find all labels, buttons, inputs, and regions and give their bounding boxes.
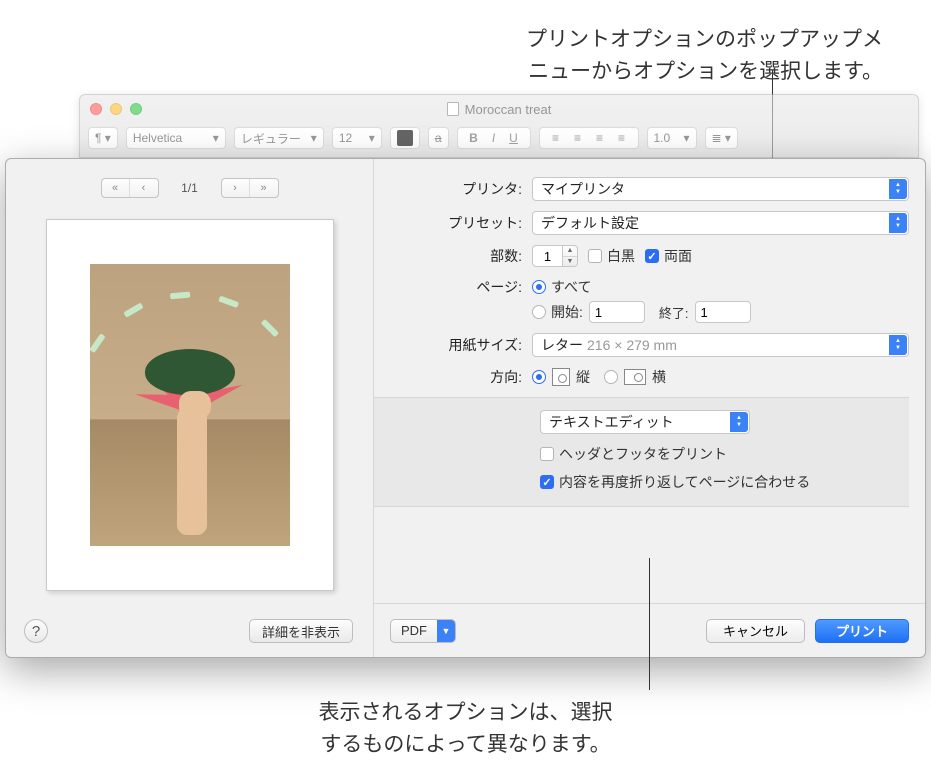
callout-bottom: 表示されるオプションは、選択 するものによって異なります。 — [0, 697, 931, 760]
pages-all-radio[interactable]: すべて — [532, 277, 591, 297]
paper-size-label: 用紙サイズ: — [374, 335, 532, 355]
cancel-button[interactable]: キャンセル — [706, 619, 805, 643]
paper-size-select[interactable]: レター 216 × 279 mm — [532, 333, 909, 357]
presets-label: プリセット: — [374, 213, 532, 233]
page-preview — [46, 219, 334, 591]
zoom-window-icon[interactable] — [130, 103, 142, 115]
document-icon — [447, 102, 459, 116]
portrait-icon — [552, 368, 570, 386]
prev-page-icon[interactable]: ‹ — [130, 178, 158, 198]
print-sheet: « ‹ 1/1 › » — [5, 158, 926, 658]
pdf-menu-button[interactable]: PDF ▼ — [390, 619, 456, 643]
chevron-updown-icon — [889, 213, 907, 233]
minimize-window-icon[interactable] — [110, 103, 122, 115]
landscape-icon — [624, 369, 646, 385]
orientation-landscape-radio[interactable]: 横 — [604, 367, 666, 387]
help-button[interactable]: ? — [24, 619, 48, 643]
format-toolbar: ¶ ▾ Helvetica ▾ レギュラー ▾ 12 ▾ a BIU ≡≡≡≡ … — [80, 123, 918, 153]
prev-page-group[interactable]: « ‹ — [101, 178, 159, 198]
duplex-checkbox[interactable]: 両面 — [645, 246, 692, 266]
preview-nav: « ‹ 1/1 › » — [6, 173, 373, 203]
header-footer-checkbox[interactable]: ヘッダとフッタをプリント — [540, 444, 727, 464]
next-page-group[interactable]: › » — [221, 178, 279, 198]
printer-select[interactable]: マイプリンタ — [532, 177, 909, 201]
pages-to-input[interactable] — [695, 301, 751, 323]
page-indicator: 1/1 — [173, 181, 207, 195]
printer-label: プリンタ: — [374, 179, 532, 199]
next-page-icon[interactable]: › — [222, 178, 250, 198]
stepper-down-icon[interactable]: ▼ — [563, 257, 577, 267]
app-window: Moroccan treat ¶ ▾ Helvetica ▾ レギュラー ▾ 1… — [79, 94, 919, 158]
pages-range-radio[interactable]: 開始: — [532, 302, 583, 322]
callout-top: プリントオプションのポップアップメ ニューからオプションを選択します。 — [0, 24, 883, 87]
first-page-icon[interactable]: « — [102, 178, 130, 198]
app-options-panel: テキストエディット ヘッダとフッタをプリント 内容を再度折り返してページに合わせ… — [374, 397, 909, 507]
copies-stepper[interactable]: ▲▼ — [532, 245, 578, 267]
pages-to-label: 終了: — [659, 303, 689, 322]
copies-input[interactable] — [532, 245, 562, 267]
bw-checkbox[interactable]: 白黒 — [588, 246, 635, 266]
pages-label: ページ: — [374, 277, 532, 297]
hide-details-button[interactable]: 詳細を非表示 — [249, 619, 353, 643]
preview-image — [90, 264, 290, 546]
close-window-icon[interactable] — [90, 103, 102, 115]
presets-select[interactable]: デフォルト設定 — [532, 211, 909, 235]
chevron-updown-icon — [889, 335, 907, 355]
pages-from-input[interactable] — [589, 301, 645, 323]
chevron-down-icon: ▼ — [437, 620, 455, 642]
chevron-updown-icon — [889, 179, 907, 199]
window-title: Moroccan treat — [80, 102, 918, 117]
copies-label: 部数: — [374, 246, 532, 266]
print-button[interactable]: プリント — [815, 619, 909, 643]
rewrap-checkbox[interactable]: 内容を再度折り返してページに合わせる — [540, 472, 810, 492]
titlebar: Moroccan treat — [80, 95, 918, 123]
last-page-icon[interactable]: » — [250, 178, 278, 198]
orientation-portrait-radio[interactable]: 縦 — [532, 367, 590, 387]
preview-pane: « ‹ 1/1 › » — [6, 159, 374, 657]
orientation-label: 方向: — [374, 367, 532, 387]
print-options-popup[interactable]: テキストエディット — [540, 410, 750, 434]
stepper-up-icon[interactable]: ▲ — [563, 246, 577, 257]
callout-line-bottom — [649, 558, 650, 690]
chevron-updown-icon — [730, 412, 748, 432]
